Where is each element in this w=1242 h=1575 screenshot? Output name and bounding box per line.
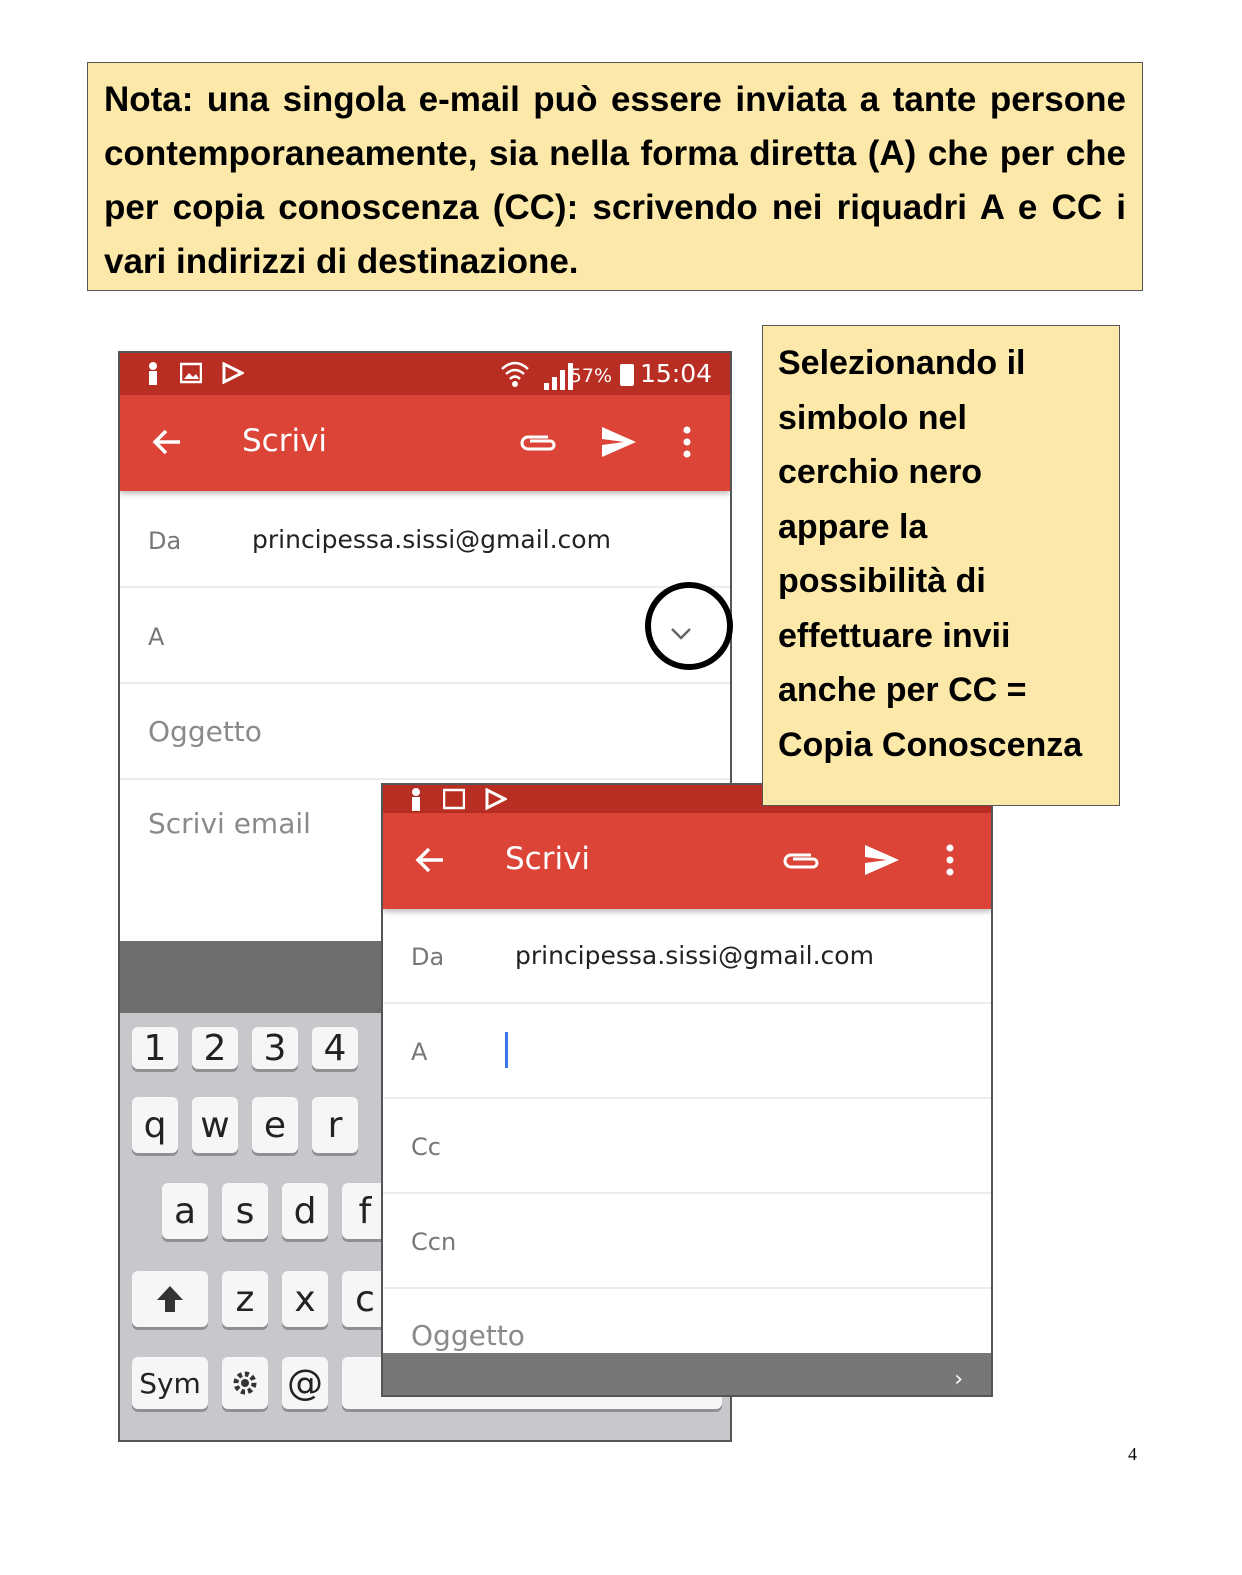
toolbar-title: Scrivi [505, 841, 591, 877]
compose-toolbar: Scrivi [383, 813, 991, 909]
callout-box: Selezionando il simbolo nel cerchio nero… [762, 325, 1120, 806]
battery-percent: 57% [569, 365, 612, 387]
from-value[interactable]: principessa.sissi@gmail.com [515, 941, 874, 970]
more-options-icon[interactable] [680, 425, 694, 459]
clock: 15:04 [639, 359, 712, 388]
to-row[interactable]: A [383, 1004, 991, 1099]
key-w[interactable]: w [192, 1097, 238, 1153]
person-icon [149, 362, 157, 385]
key-r[interactable]: r [312, 1097, 358, 1153]
send-icon[interactable] [863, 843, 901, 877]
cc-row[interactable]: Cc [383, 1099, 991, 1194]
key-3[interactable]: 3 [252, 1027, 298, 1069]
callout-line: Copia Conoscenza [778, 725, 1083, 764]
to-row[interactable]: A [120, 589, 730, 684]
key-z[interactable]: z [222, 1271, 268, 1327]
from-value[interactable]: principessa.sissi@gmail.com [252, 525, 611, 554]
keyboard-suggestion-bar: › [383, 1353, 991, 1395]
highlight-circle [645, 582, 733, 670]
attach-icon[interactable] [781, 845, 821, 875]
key-a[interactable]: a [162, 1183, 208, 1239]
battery-icon [620, 364, 634, 386]
callout-line: simbolo nel [778, 398, 967, 437]
subject-placeholder: Oggetto [148, 715, 262, 748]
person-icon [412, 788, 420, 811]
bcc-row[interactable]: Ccn [383, 1194, 991, 1289]
settings-key[interactable] [222, 1357, 268, 1409]
sym-key[interactable]: Sym [132, 1357, 208, 1409]
chevron-right-icon[interactable]: › [954, 1367, 963, 1392]
to-label: A [148, 623, 165, 651]
status-bar: 57% 15:04 [120, 353, 730, 395]
subject-row[interactable]: Oggetto [120, 685, 730, 780]
shift-arrow-icon [157, 1286, 183, 1312]
body-placeholder: Scrivi email [148, 807, 311, 840]
cc-label: Cc [411, 1133, 441, 1161]
gallery-icon [443, 788, 465, 810]
callout-line: cerchio nero [778, 453, 983, 491]
text-cursor [505, 1032, 508, 1068]
key-4[interactable]: 4 [312, 1027, 358, 1069]
callout-line: appare la [778, 507, 928, 546]
at-key[interactable]: @ [282, 1357, 328, 1409]
key-x[interactable]: x [282, 1271, 328, 1327]
from-row: Da principessa.sissi@gmail.com [120, 493, 730, 588]
compose-screenshot-expanded: Scrivi Da principessa.sissi@gmail.com A … [381, 783, 993, 1397]
attach-icon[interactable] [518, 427, 558, 457]
toolbar-title: Scrivi [242, 423, 328, 459]
callout-line: possibilità di [778, 562, 986, 600]
key-q[interactable]: q [132, 1097, 178, 1153]
key-1[interactable]: 1 [132, 1027, 178, 1069]
shift-key[interactable] [132, 1271, 208, 1327]
play-store-icon [485, 787, 507, 811]
callout-line: effettuare invii [778, 616, 1011, 655]
more-options-icon[interactable] [943, 843, 957, 877]
gallery-icon [180, 362, 202, 384]
wifi-icon [501, 361, 529, 387]
gear-icon [233, 1371, 257, 1395]
key-s[interactable]: s [222, 1183, 268, 1239]
subject-placeholder: Oggetto [411, 1319, 525, 1352]
from-label: Da [411, 943, 445, 971]
back-arrow-icon[interactable] [413, 843, 447, 877]
note-text: Nota: una singola e-mail può essere invi… [104, 80, 1126, 281]
from-row: Da principessa.sissi@gmail.com [383, 909, 991, 1004]
note-box: Nota: una singola e-mail può essere invi… [87, 62, 1143, 291]
callout-line: anche per CC = [778, 671, 1027, 709]
send-icon[interactable] [600, 425, 638, 459]
back-arrow-icon[interactable] [150, 425, 184, 459]
bcc-label: Ccn [411, 1228, 457, 1256]
key-2[interactable]: 2 [192, 1027, 238, 1069]
key-e[interactable]: e [252, 1097, 298, 1153]
to-label: A [411, 1038, 428, 1066]
callout-line: Selezionando il [778, 344, 1026, 382]
play-store-icon [222, 361, 244, 385]
page-number: 4 [1128, 1444, 1137, 1464]
compose-toolbar: Scrivi [120, 395, 730, 491]
key-d[interactable]: d [282, 1183, 328, 1239]
from-label: Da [148, 527, 182, 555]
